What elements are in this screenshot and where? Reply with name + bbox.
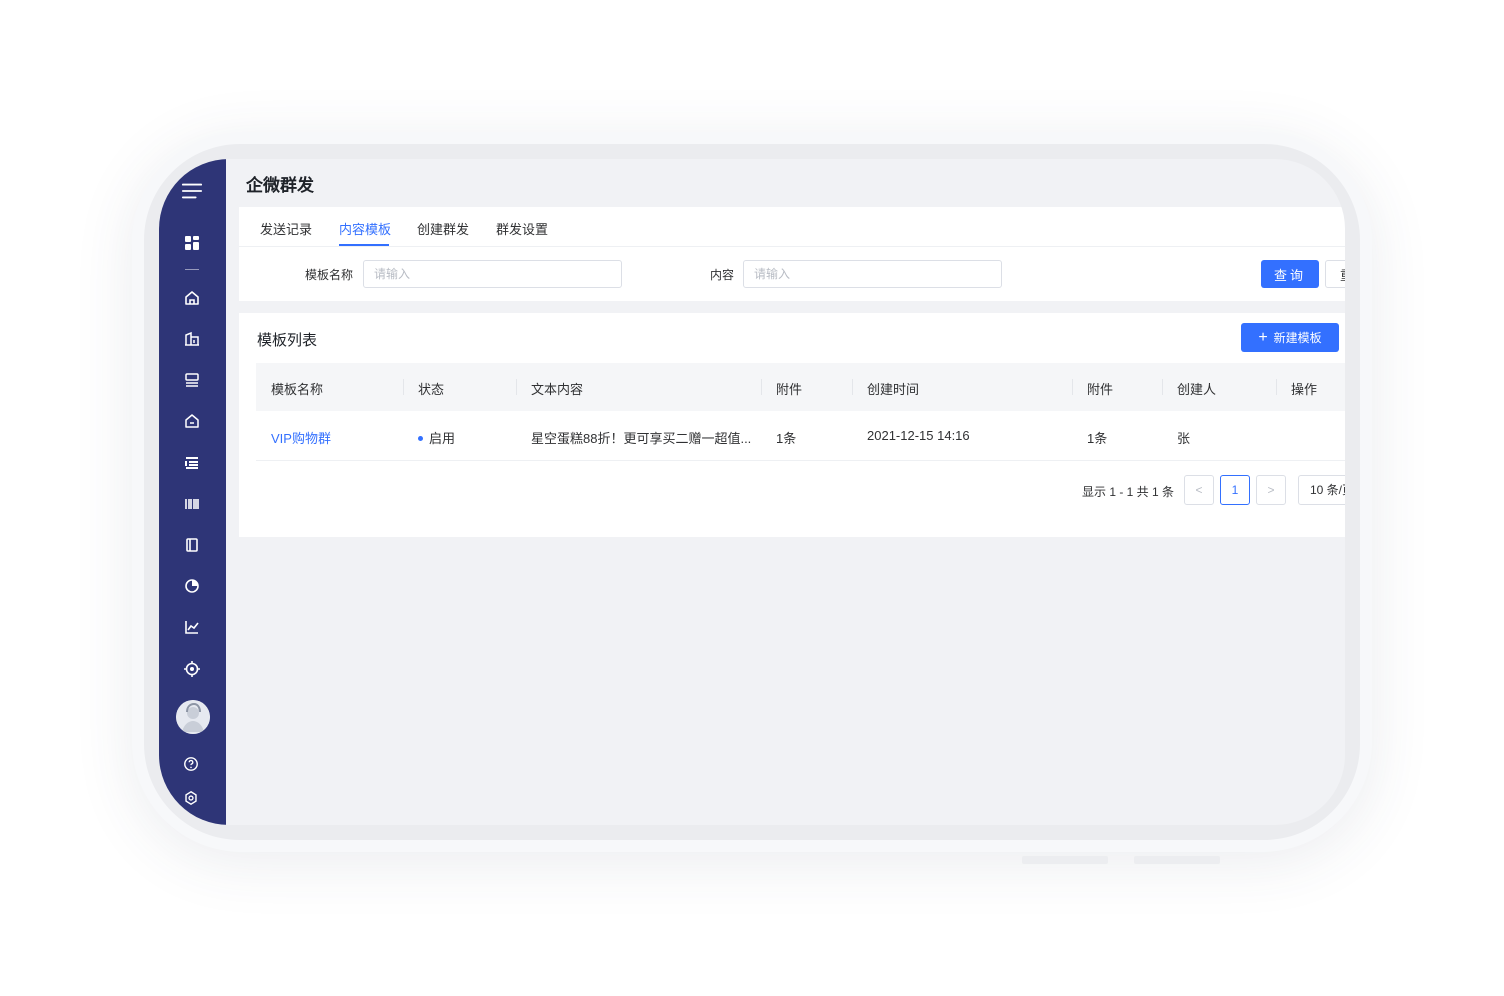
- app-screen: 企微群发 发送记录 内容模板 创建群发 群发设置 模板名称 内容 查询 重 模板…: [159, 159, 1345, 825]
- prev-page-button[interactable]: <: [1184, 475, 1214, 505]
- barcode-icon[interactable]: [181, 493, 203, 515]
- attachment-cell: 1条: [776, 431, 797, 446]
- new-template-label: 新建模板: [1273, 331, 1322, 345]
- template-list-card: 模板列表 + 新建模板 模板名称 状态 文本内容 附件 创建时间 附件 创建人: [239, 313, 1345, 537]
- list-title: 模板列表: [257, 332, 318, 349]
- content-label: 内容: [710, 268, 735, 282]
- help-icon[interactable]: [180, 753, 202, 775]
- column-header: 附件: [776, 382, 803, 397]
- page-size-select[interactable]: 10 条/页: [1298, 475, 1345, 505]
- template-name-link[interactable]: VIP购物群: [271, 428, 331, 447]
- column-separator: [852, 379, 853, 395]
- settings-icon[interactable]: [180, 787, 202, 809]
- menu-icon[interactable]: [180, 179, 204, 203]
- pagination-summary: 显示 1 - 1 共 1 条: [1082, 485, 1175, 499]
- attachment-cell: 1条: [1087, 431, 1108, 446]
- book-icon[interactable]: [181, 534, 203, 556]
- avatar[interactable]: [176, 700, 210, 734]
- device-side-button: [1134, 856, 1220, 864]
- sidebar-divider: [185, 269, 199, 270]
- device-side-button: [1022, 856, 1108, 864]
- status-cell: 启用: [418, 428, 455, 447]
- active-tab-indicator: [339, 244, 389, 246]
- monitor-icon[interactable]: [181, 369, 203, 391]
- dashboard-icon[interactable]: [181, 232, 203, 254]
- tab-send-records[interactable]: 发送记录: [260, 219, 312, 238]
- column-separator: [403, 379, 404, 395]
- column-header: 附件: [1087, 382, 1114, 397]
- template-name-label: 模板名称: [305, 268, 354, 282]
- filter-card: 发送记录 内容模板 创建群发 群发设置 模板名称 内容 查询 重: [239, 207, 1345, 301]
- new-template-button[interactable]: + 新建模板: [1241, 323, 1339, 352]
- reset-button[interactable]: 重: [1325, 260, 1345, 288]
- sidebar: [159, 159, 226, 825]
- content-input[interactable]: [743, 260, 1002, 288]
- page-title: 企微群发: [246, 176, 314, 195]
- main-content: 企微群发 发送记录 内容模板 创建群发 群发设置 模板名称 内容 查询 重 模板…: [226, 159, 1345, 825]
- column-separator: [761, 379, 762, 395]
- store-icon[interactable]: [181, 410, 203, 432]
- column-header: 操作: [1291, 382, 1318, 397]
- column-header: 文本内容: [531, 382, 584, 397]
- page-1-button[interactable]: 1: [1220, 475, 1250, 505]
- status-dot-icon: [418, 436, 423, 442]
- next-page-button[interactable]: >: [1256, 475, 1286, 505]
- column-separator: [1276, 379, 1277, 395]
- home-icon[interactable]: [181, 287, 203, 309]
- building-icon[interactable]: [181, 328, 203, 350]
- column-header: 模板名称: [271, 382, 324, 397]
- status-text: 启用: [429, 431, 456, 446]
- tab-content-templates[interactable]: 内容模板: [339, 219, 391, 238]
- column-header: 创建人: [1177, 382, 1217, 397]
- table-row: VIP购物群 启用 星空蛋糕88折！更可享买二赠一超值... 1条 2021-1…: [256, 411, 1345, 461]
- pie-chart-icon[interactable]: [181, 575, 203, 597]
- table-header: 模板名称 状态 文本内容 附件 创建时间 附件 创建人 操作: [256, 363, 1345, 411]
- line-chart-icon[interactable]: [181, 616, 203, 638]
- target-icon[interactable]: [181, 658, 203, 680]
- creator-cell: 张: [1177, 431, 1191, 446]
- query-button[interactable]: 查询: [1261, 260, 1319, 288]
- tab-create-broadcast[interactable]: 创建群发: [417, 219, 469, 238]
- column-header: 状态: [418, 382, 445, 397]
- template-name-input[interactable]: [363, 260, 622, 288]
- tab-bar: 发送记录 内容模板 创建群发 群发设置: [239, 207, 1345, 247]
- list-icon[interactable]: [181, 452, 203, 474]
- created-time-cell: 2021-12-15 14:16: [867, 428, 970, 443]
- plus-icon: +: [1258, 328, 1268, 346]
- column-separator: [516, 379, 517, 395]
- column-separator: [1072, 379, 1073, 395]
- column-header: 创建时间: [867, 382, 920, 397]
- tab-broadcast-settings[interactable]: 群发设置: [496, 219, 548, 238]
- column-separator: [1162, 379, 1163, 395]
- text-content-cell: 星空蛋糕88折！更可享买二赠一超值...: [531, 431, 752, 446]
